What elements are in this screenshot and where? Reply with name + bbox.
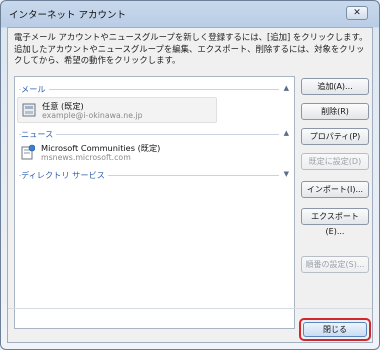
dialog-body: 電子メール アカウントやニュースグループを新しく登録するには、[追加] をクリッ… <box>7 27 373 343</box>
group-divider <box>19 89 279 90</box>
collapse-icon[interactable]: ▲ <box>284 83 289 94</box>
account-item-news[interactable]: Microsoft Communities (既定) msnews.micros… <box>17 140 267 166</box>
mail-account-icon <box>22 103 36 117</box>
instruction-text: 電子メール アカウントやニュースグループを新しく登録するには、[追加] をクリッ… <box>14 32 368 65</box>
group-header-news[interactable]: ニュース ▲ <box>19 128 289 140</box>
properties-button[interactable]: プロパティ(P) <box>301 128 369 145</box>
group-header-directory[interactable]: ディレクトリ サービス ▼ <box>19 169 289 181</box>
delete-button[interactable]: 削除(R) <box>301 103 369 120</box>
group-divider <box>19 134 279 135</box>
import-button[interactable]: インポート(I)... <box>301 181 369 198</box>
set-order-button[interactable]: 順番の設定(S)... <box>301 256 369 273</box>
close-button-highlight: 閉じる <box>299 318 371 341</box>
export-button[interactable]: エクスポート(E)... <box>301 208 369 236</box>
set-default-button[interactable]: 既定に設定(D) <box>301 153 369 170</box>
title-bar: インターネット アカウント ✕ <box>1 1 379 25</box>
window-close-button[interactable]: ✕ <box>346 6 368 20</box>
add-button[interactable]: 追加(A)... <box>301 78 369 95</box>
close-icon: ✕ <box>353 8 361 18</box>
news-account-icon <box>21 144 35 160</box>
window-title: インターネット アカウント <box>9 10 127 21</box>
group-label-directory: ディレクトリ サービス <box>21 169 108 181</box>
account-server: msnews.microsoft.com <box>41 153 131 162</box>
group-label-mail: メール <box>21 83 49 95</box>
expand-icon[interactable]: ▼ <box>284 169 289 180</box>
close-button[interactable]: 閉じる <box>303 322 367 337</box>
internet-accounts-dialog: インターネット アカウント ✕ 電子メール アカウントやニュースグループを新しく… <box>0 0 380 350</box>
group-label-news: ニュース <box>21 128 57 140</box>
account-server: example@i-okinawa.ne.jp <box>42 111 143 120</box>
group-header-mail[interactable]: メール ▲ <box>19 83 289 95</box>
account-item-mail[interactable]: 任意 (既定) example@i-okinawa.ne.jp <box>17 97 217 123</box>
accounts-list[interactable]: メール ▲ 任意 (既定) example@i-okinawa.ne.jp ニュ… <box>14 76 295 329</box>
footer-divider <box>8 308 372 309</box>
collapse-icon[interactable]: ▲ <box>284 128 289 139</box>
